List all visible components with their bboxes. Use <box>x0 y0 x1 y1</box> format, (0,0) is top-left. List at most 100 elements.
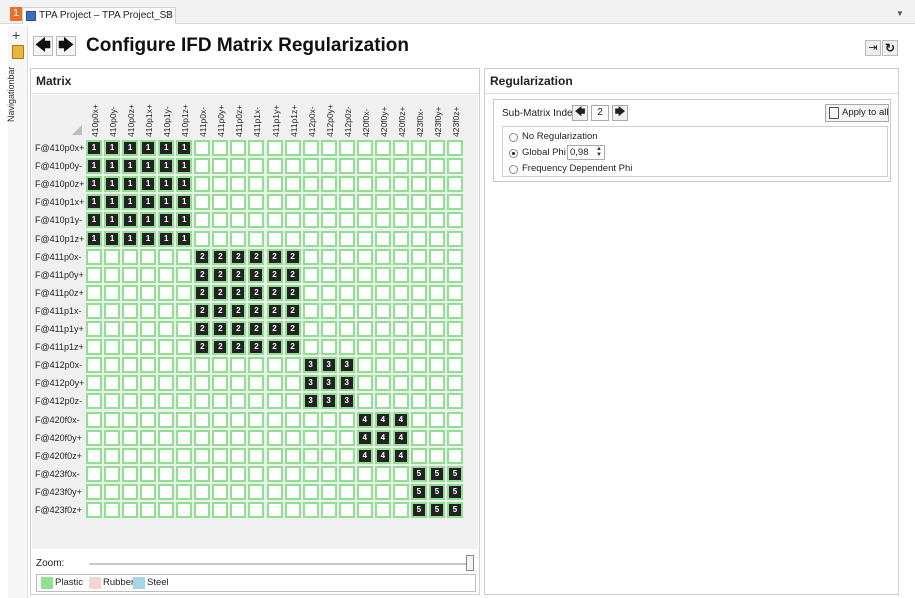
matrix-cell[interactable] <box>158 248 175 265</box>
matrix-cell[interactable] <box>374 158 391 175</box>
matrix-cell[interactable]: 1 <box>158 230 175 247</box>
matrix-cell[interactable] <box>410 339 427 356</box>
matrix-cell[interactable]: 5 <box>447 502 463 518</box>
matrix-cell[interactable] <box>140 248 157 265</box>
matrix-cell[interactable] <box>158 502 175 518</box>
matrix-cell[interactable] <box>194 212 211 229</box>
navigationbar-label[interactable]: Navigationbar <box>6 66 16 130</box>
matrix-cell[interactable] <box>284 411 301 428</box>
matrix-cell[interactable] <box>392 302 409 319</box>
matrix-cell[interactable] <box>374 248 391 265</box>
matrix-cell[interactable] <box>392 212 409 229</box>
matrix-cell[interactable] <box>284 140 301 156</box>
matrix-cell[interactable]: 2 <box>266 302 283 319</box>
matrix-cell[interactable] <box>248 483 265 500</box>
matrix-cell[interactable] <box>447 447 463 464</box>
matrix-cell[interactable]: 2 <box>194 284 211 301</box>
matrix-cell[interactable] <box>86 393 102 410</box>
matrix-cell[interactable] <box>410 158 427 175</box>
matrix-cell[interactable]: 3 <box>302 375 319 392</box>
matrix-cell[interactable] <box>428 176 445 193</box>
matrix-cell[interactable] <box>338 284 355 301</box>
matrix-cell[interactable]: 2 <box>284 284 301 301</box>
matrix-cell[interactable] <box>122 357 139 374</box>
matrix-cell[interactable] <box>302 302 319 319</box>
global-phi-input[interactable]: 0,98 ▲ ▼ <box>567 145 605 160</box>
matrix-cell[interactable] <box>356 465 373 482</box>
matrix-cell[interactable] <box>338 140 355 156</box>
matrix-cell[interactable] <box>284 375 301 392</box>
matrix-cell[interactable] <box>284 502 301 518</box>
matrix-cell[interactable] <box>338 176 355 193</box>
matrix-cell[interactable]: 1 <box>104 230 121 247</box>
matrix-cell[interactable] <box>428 158 445 175</box>
matrix-cell[interactable] <box>320 284 337 301</box>
matrix-cell[interactable] <box>374 194 391 211</box>
matrix-cell[interactable] <box>447 302 463 319</box>
matrix-cell[interactable] <box>176 393 193 410</box>
matrix-cell[interactable] <box>447 140 463 156</box>
matrix-cell[interactable] <box>356 158 373 175</box>
option-global-phi[interactable]: Global Phi 0,98 ▲ ▼ <box>509 145 659 160</box>
matrix-cell[interactable]: 2 <box>194 266 211 283</box>
matrix-cell[interactable] <box>248 158 265 175</box>
matrix-cell[interactable] <box>410 357 427 374</box>
matrix-cell[interactable] <box>104 447 121 464</box>
matrix-cell[interactable] <box>284 230 301 247</box>
matrix-cell[interactable] <box>302 339 319 356</box>
matrix-cell[interactable] <box>374 230 391 247</box>
matrix-cell[interactable]: 5 <box>410 483 427 500</box>
matrix-cell[interactable] <box>230 176 247 193</box>
matrix-cell[interactable]: 1 <box>86 194 102 211</box>
matrix-cell[interactable]: 2 <box>266 266 283 283</box>
chevron-down-icon[interactable]: ▼ <box>896 9 904 18</box>
matrix-cell[interactable]: 1 <box>104 212 121 229</box>
matrix-cell[interactable] <box>86 465 102 482</box>
matrix-cell[interactable] <box>392 176 409 193</box>
matrix-cell[interactable] <box>266 176 283 193</box>
matrix-cell[interactable] <box>302 266 319 283</box>
radio-frequency-dependent-phi[interactable] <box>509 165 518 174</box>
matrix-cell[interactable]: 1 <box>140 176 157 193</box>
matrix-cell[interactable] <box>284 194 301 211</box>
matrix-cell[interactable] <box>248 176 265 193</box>
matrix-cell[interactable]: 4 <box>392 411 409 428</box>
matrix-cell[interactable] <box>266 194 283 211</box>
matrix-cell[interactable] <box>428 339 445 356</box>
matrix-cell[interactable] <box>374 176 391 193</box>
matrix-cell[interactable] <box>158 465 175 482</box>
matrix-cell[interactable] <box>104 248 121 265</box>
matrix-cell[interactable] <box>428 357 445 374</box>
matrix-cell[interactable]: 4 <box>374 429 391 446</box>
matrix-cell[interactable] <box>338 212 355 229</box>
matrix-cell[interactable] <box>194 393 211 410</box>
matrix-cell[interactable]: 1 <box>104 158 121 175</box>
matrix-cell[interactable] <box>447 375 463 392</box>
matrix-cell[interactable] <box>104 465 121 482</box>
radio-no-regularization[interactable] <box>509 133 518 142</box>
matrix-cell[interactable] <box>122 465 139 482</box>
matrix-cell[interactable]: 2 <box>212 321 229 337</box>
matrix-cell[interactable]: 1 <box>176 176 193 193</box>
matrix-cell[interactable] <box>392 465 409 482</box>
matrix-cell[interactable]: 1 <box>104 176 121 193</box>
matrix-cell[interactable]: 2 <box>266 321 283 337</box>
matrix-cell[interactable] <box>122 266 139 283</box>
matrix-cell[interactable] <box>374 339 391 356</box>
matrix-cell[interactable]: 2 <box>248 284 265 301</box>
matrix-cell[interactable] <box>212 212 229 229</box>
matrix-cell[interactable] <box>410 375 427 392</box>
matrix-cell[interactable] <box>212 483 229 500</box>
back-button[interactable]: 🡄 <box>33 36 53 56</box>
matrix-cell[interactable] <box>212 502 229 518</box>
matrix-cell[interactable] <box>176 429 193 446</box>
matrix-cell[interactable] <box>356 502 373 518</box>
matrix-cell[interactable] <box>302 230 319 247</box>
matrix-cell[interactable] <box>194 502 211 518</box>
matrix-cell[interactable]: 1 <box>158 176 175 193</box>
matrix-cell[interactable] <box>338 411 355 428</box>
matrix-cell[interactable] <box>122 302 139 319</box>
matrix-cell[interactable] <box>302 429 319 446</box>
matrix-cell[interactable] <box>176 248 193 265</box>
matrix-cell[interactable] <box>86 266 102 283</box>
